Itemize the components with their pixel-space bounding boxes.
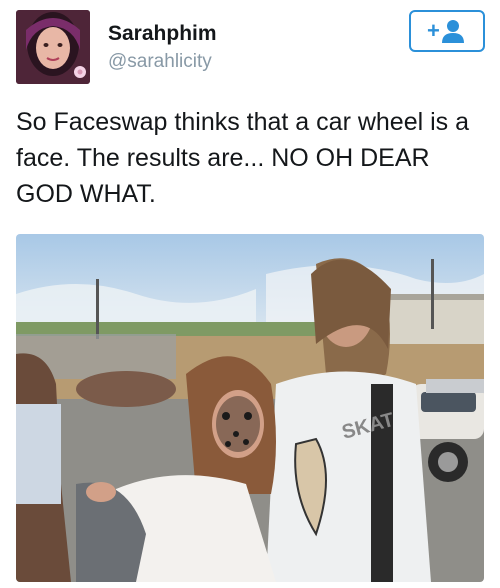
add-user-icon: + <box>427 18 464 43</box>
avatar[interactable] <box>16 10 90 84</box>
tweet-photo[interactable]: SKAT <box>16 234 484 582</box>
user-handle[interactable]: @sarahlicity <box>108 49 217 75</box>
tweet-text: So Faceswap thinks that a car wheel is a… <box>16 108 470 208</box>
svg-text:+: + <box>427 18 440 43</box>
user-names: Sarahphim @sarahlicity <box>108 21 217 75</box>
display-name[interactable]: Sarahphim <box>108 21 217 47</box>
tweet-header: Sarahphim @sarahlicity + <box>16 10 485 84</box>
follow-button[interactable]: + <box>409 10 485 52</box>
